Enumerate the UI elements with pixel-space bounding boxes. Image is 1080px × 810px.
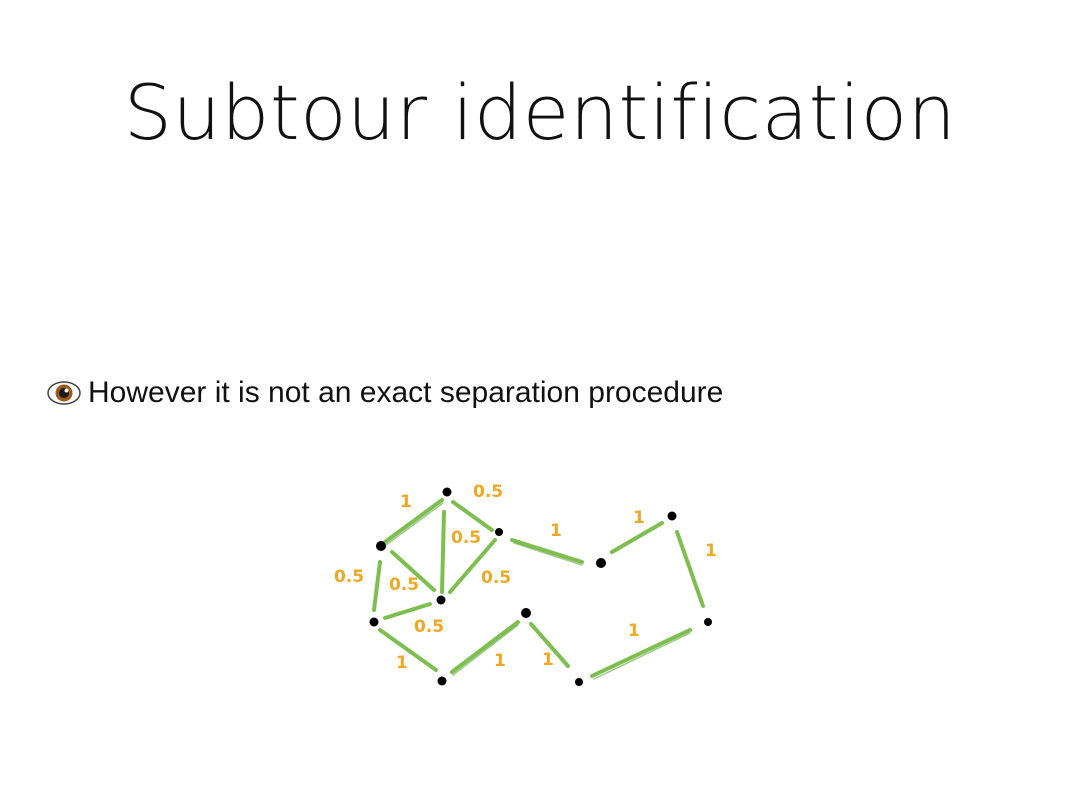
edge-e4 <box>510 538 584 564</box>
edge-label-e12: 1 <box>494 651 506 671</box>
edge-e10 <box>383 602 432 620</box>
subtour-graph: 1 0.5 0.5 1 1 1 0.5 0.5 0.5 0.5 1 1 1 1 <box>320 470 740 700</box>
node <box>575 678 583 686</box>
bullet-point: However it is not an exact separation pr… <box>46 376 723 410</box>
edge-e7 <box>372 560 382 612</box>
node <box>495 528 503 536</box>
node <box>596 558 606 568</box>
edge-e6 <box>675 530 705 608</box>
slide-title: Subtour identification <box>123 68 957 157</box>
edge-label-e13: 1 <box>542 650 554 670</box>
edge-label-e6: 1 <box>705 541 717 561</box>
edge-label-e7: 0.5 <box>334 567 364 587</box>
edge-label-e2: 0.5 <box>473 482 503 502</box>
edge-label-e8: 0.5 <box>389 575 419 595</box>
edge-label-e11: 1 <box>396 653 408 673</box>
edge-e12 <box>450 620 520 674</box>
edge-e3 <box>440 510 446 594</box>
graph-edges <box>372 498 705 680</box>
edge-e2 <box>451 500 494 532</box>
edge-label-e3: 0.5 <box>451 528 481 548</box>
edge-e1 <box>383 498 444 544</box>
node <box>521 608 531 618</box>
edge-label-e4: 1 <box>550 521 562 541</box>
edge-label-e14: 1 <box>628 621 640 641</box>
node <box>704 618 712 626</box>
edge-label-e9: 0.5 <box>481 568 511 588</box>
bullet-text: However it is not an exact separation pr… <box>88 376 724 409</box>
graph-svg: 1 0.5 0.5 1 1 1 0.5 0.5 0.5 0.5 1 1 1 1 <box>334 482 717 686</box>
edge-label-e1: 1 <box>400 492 412 512</box>
node <box>436 595 446 605</box>
node <box>442 487 452 497</box>
node <box>376 541 386 551</box>
node <box>437 676 447 686</box>
edge-label-e10: 0.5 <box>414 617 444 637</box>
node <box>667 511 677 521</box>
edge-e14 <box>590 628 692 678</box>
edge-label-e5: 1 <box>633 508 645 528</box>
eye-icon <box>46 380 82 406</box>
node <box>369 617 379 627</box>
